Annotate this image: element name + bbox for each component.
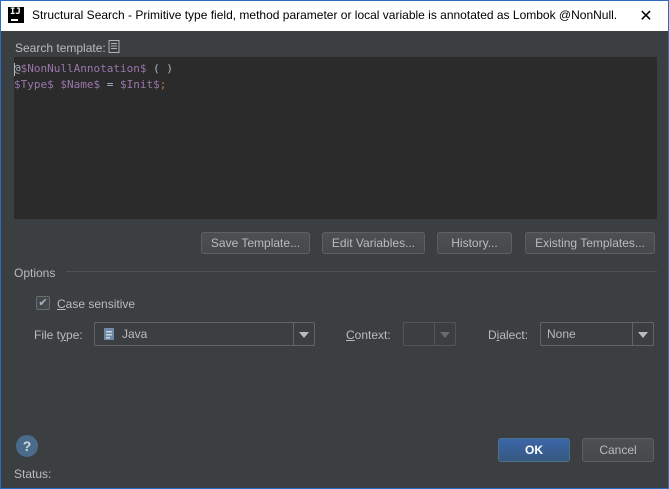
case-sensitive-checkbox[interactable]: ✔ bbox=[36, 296, 50, 310]
code-line[interactable]: $Type$ $Name$ = $Init$; bbox=[14, 77, 173, 93]
code-token: $Name$ bbox=[60, 78, 101, 91]
options-separator bbox=[66, 271, 657, 272]
code-token: ( ) bbox=[146, 62, 173, 75]
dialect-arrow-button[interactable] bbox=[632, 323, 653, 345]
code-token: $Type$ bbox=[14, 78, 54, 91]
chevron-down-icon bbox=[299, 332, 309, 338]
template-code[interactable]: @$NonNullAnnotation$ ( ) $Type$ $Name$ = … bbox=[14, 61, 173, 93]
title-bar: IJ Structural Search - Primitive type fi… bbox=[1, 1, 668, 31]
file-type-label-pre: File t bbox=[34, 328, 61, 342]
structural-search-dialog: IJ Structural Search - Primitive type fi… bbox=[0, 0, 669, 489]
search-template-label: Search template: bbox=[15, 41, 106, 55]
code-line[interactable]: @$NonNullAnnotation$ ( ) bbox=[14, 61, 173, 77]
file-type-dropdown[interactable]: Java bbox=[94, 322, 315, 346]
dialect-label: Dialect: bbox=[488, 328, 528, 342]
java-file-icon bbox=[104, 328, 114, 340]
context-label: Context: bbox=[346, 328, 391, 342]
existing-templates-button[interactable]: Existing Templates... bbox=[525, 232, 655, 254]
window-title: Structural Search - Primitive type field… bbox=[32, 8, 618, 22]
search-template-editor[interactable]: @$NonNullAnnotation$ ( ) $Type$ $Name$ = … bbox=[14, 57, 657, 219]
checkmark-icon: ✔ bbox=[38, 296, 48, 309]
options-section-label: Options bbox=[14, 266, 56, 280]
context-label-post: ontext: bbox=[354, 328, 391, 342]
help-icon[interactable]: ? bbox=[16, 435, 38, 457]
chevron-down-icon bbox=[638, 332, 648, 338]
file-type-value: Java bbox=[122, 327, 148, 341]
code-token: @ bbox=[14, 62, 21, 75]
edit-variables-button[interactable]: Edit Variables... bbox=[322, 232, 425, 254]
case-sensitive-label[interactable]: Case sensitive bbox=[57, 297, 135, 311]
template-doc-icon[interactable] bbox=[108, 40, 120, 53]
chevron-down-icon bbox=[440, 332, 450, 338]
code-token: = bbox=[100, 78, 120, 91]
code-token: $NonNullAnnotation$ bbox=[20, 62, 147, 75]
dialect-label-pre: D bbox=[488, 328, 497, 342]
case-sensitive-mnemonic: C bbox=[57, 297, 66, 311]
dialect-label-post: alect: bbox=[499, 328, 529, 342]
dialect-dropdown[interactable]: None bbox=[540, 322, 654, 346]
dialect-value: None bbox=[547, 327, 576, 341]
status-label: Status: bbox=[14, 467, 52, 481]
save-template-button[interactable]: Save Template... bbox=[201, 232, 310, 254]
file-type-label-post: pe: bbox=[66, 328, 83, 342]
intellij-app-icon: IJ bbox=[8, 7, 24, 23]
close-icon[interactable]: ✕ bbox=[624, 1, 668, 31]
ok-button[interactable]: OK bbox=[498, 438, 570, 462]
case-sensitive-label-rest: ase sensitive bbox=[65, 297, 136, 311]
file-type-label: File type: bbox=[34, 328, 83, 342]
context-dropdown[interactable] bbox=[403, 322, 456, 346]
history-button[interactable]: History... bbox=[437, 232, 512, 254]
code-token: $Init$ bbox=[120, 78, 160, 91]
cancel-button[interactable]: Cancel bbox=[582, 438, 654, 462]
context-mnemonic: C bbox=[346, 328, 355, 342]
file-type-arrow-button[interactable] bbox=[293, 323, 314, 345]
context-arrow-button[interactable] bbox=[434, 323, 455, 345]
code-token: ; bbox=[159, 78, 167, 91]
